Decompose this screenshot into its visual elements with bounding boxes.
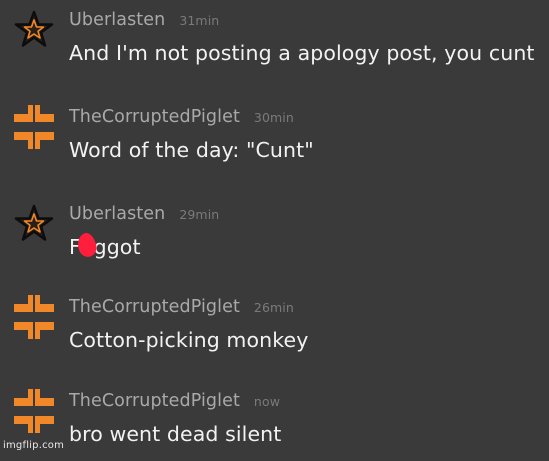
chat-message: Uberlasten 29min Faggot xyxy=(0,194,549,274)
timestamp: 29min xyxy=(179,207,220,222)
chat-message: TheCorruptedPiglet 30min Word of the day:… xyxy=(0,97,549,177)
orange-cross-logo-icon[interactable] xyxy=(12,295,56,339)
message-header: Uberlasten 31min xyxy=(69,10,219,30)
chat-message: TheCorruptedPiglet now bro went dead sile… xyxy=(0,381,549,461)
imgflip-watermark: imgflip.com xyxy=(3,440,65,451)
message-text: Word of the day: "Cunt" xyxy=(69,138,314,162)
message-header: Uberlasten 29min xyxy=(69,204,219,224)
timestamp: 30min xyxy=(253,110,294,125)
timestamp: now xyxy=(253,394,281,409)
orange-cross-logo-icon[interactable] xyxy=(12,389,56,433)
username[interactable]: TheCorruptedPiglet xyxy=(69,297,240,317)
username[interactable]: TheCorruptedPiglet xyxy=(69,391,240,411)
message-header: TheCorruptedPiglet 26min xyxy=(69,297,294,317)
star-badge-icon[interactable] xyxy=(12,8,56,52)
message-text: Faggot xyxy=(69,231,141,259)
message-text-end: ggot xyxy=(93,235,141,259)
timestamp: 26min xyxy=(253,300,294,315)
message-header: TheCorruptedPiglet 30min xyxy=(69,107,294,127)
message-header: TheCorruptedPiglet now xyxy=(69,391,280,411)
censored-letter: a xyxy=(75,231,99,259)
message-text: Cotton-picking monkey xyxy=(69,328,309,352)
star-badge-icon[interactable] xyxy=(12,202,56,246)
message-text: And I'm not posting a apology post, you … xyxy=(69,41,535,65)
timestamp: 31min xyxy=(179,13,220,28)
chat-message: Uberlasten 31min And I'm not posting a ap… xyxy=(0,0,549,80)
username[interactable]: Uberlasten xyxy=(69,204,165,224)
username[interactable]: TheCorruptedPiglet xyxy=(69,107,240,127)
username[interactable]: Uberlasten xyxy=(69,10,165,30)
orange-cross-logo-icon[interactable] xyxy=(12,105,56,149)
chat-log: Uberlasten 31min And I'm not posting a ap… xyxy=(0,0,549,455)
message-text: bro went dead silent xyxy=(69,422,282,446)
chat-message: TheCorruptedPiglet 26min Cotton-picking m… xyxy=(0,287,549,367)
